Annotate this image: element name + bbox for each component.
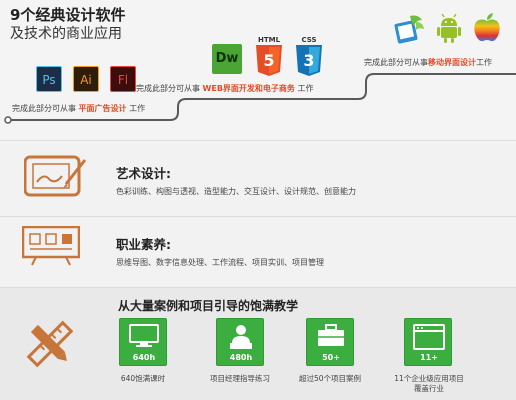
stat-value: 640h <box>132 353 156 362</box>
stat-value: 480h <box>229 353 253 362</box>
teaching-title: 从大量案例和项目引导的饱满教学 <box>118 299 299 313</box>
stat-tile-projects: 11+ <box>404 318 452 366</box>
feature-description: 色彩训练、构图与透视、造型能力、交互设计、设计规范、创意能力 <box>116 187 356 196</box>
css3-icon: CSS 3 <box>296 36 322 76</box>
drawing-tablet-icon <box>24 155 87 197</box>
stat-label: 项目经理指导练习 <box>210 374 270 383</box>
dreamweaver-icon: Dw <box>212 44 242 74</box>
stat-tile-hours: 640h <box>119 318 167 366</box>
stat-value: 50+ <box>322 353 340 362</box>
svg-text:CSS: CSS <box>301 36 316 44</box>
stat-label: 11个企业级应用项目 覆盖行业 <box>394 374 464 393</box>
android-icon <box>437 14 461 43</box>
photoshop-icon: Ps <box>36 66 62 92</box>
section-divider <box>0 140 516 141</box>
apple-icon <box>474 13 500 42</box>
svg-text:3: 3 <box>303 51 314 70</box>
flash-icon: Fl <box>110 66 136 92</box>
stat-label: 超过50个项目案例 <box>298 374 362 383</box>
briefcase-icon <box>318 324 344 346</box>
svg-text:5: 5 <box>263 51 274 70</box>
stage-label-web: 完成此部分可从事 WEB界面开发和电子商务 工作 <box>136 84 314 93</box>
illustrator-icon: Ai <box>73 66 99 92</box>
ruler-pencil-icon <box>26 320 74 368</box>
monitor-icon <box>129 324 159 347</box>
svg-text:HTML: HTML <box>258 36 281 44</box>
stat-tile-mentoring: 480h <box>216 318 264 366</box>
stat-value: 11+ <box>420 353 438 362</box>
software-section: 9个经典设计软件 及技术的商业应用 Ps Ai Fl Dw HTML 5 CSS… <box>0 0 516 140</box>
section-divider <box>0 216 516 217</box>
browser-window-icon <box>413 324 445 350</box>
stage-label-print: 完成此部分可从事 平面广告设计 工作 <box>12 104 146 113</box>
android-tablet-icon <box>394 15 424 44</box>
feature-title: 艺术设计: <box>116 166 171 181</box>
instructor-icon <box>230 325 252 349</box>
presentation-board-icon <box>22 226 80 266</box>
stat-tile-cases: 50+ <box>306 318 354 366</box>
stat-label: 640饱满课时 <box>120 374 166 383</box>
html5-icon: HTML 5 <box>256 36 282 76</box>
feature-title: 职业素养: <box>116 237 171 252</box>
stage-label-mobile: 完成此部分可从事移动界面设计工作 <box>364 58 492 67</box>
feature-description: 思维导图、数字信息处理、工作流程、项目实训、项目管理 <box>116 258 324 267</box>
